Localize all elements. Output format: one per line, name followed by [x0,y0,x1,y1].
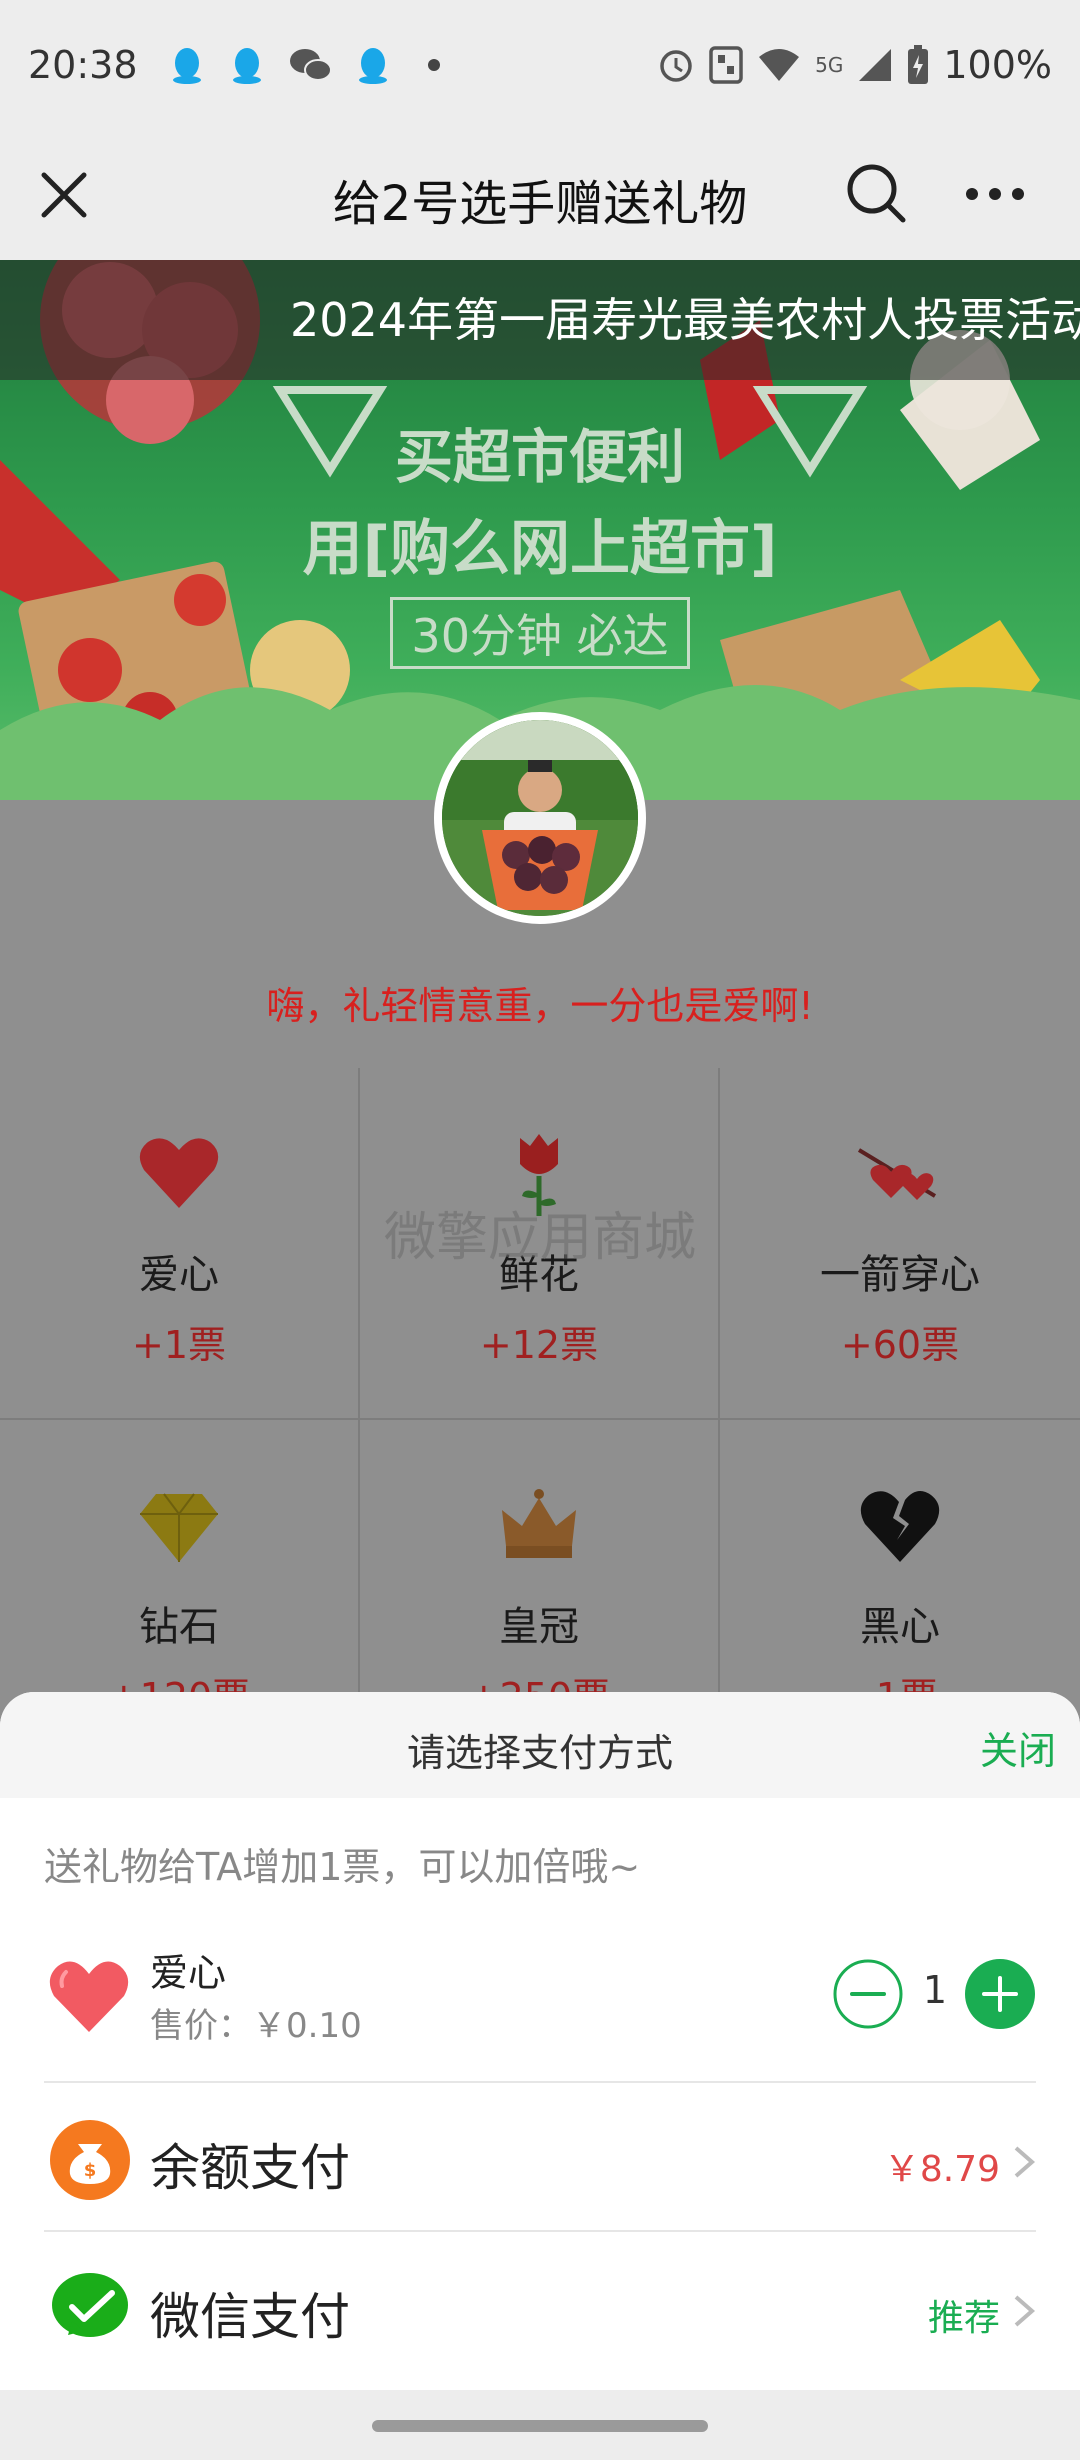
gift-name: 黑心 [860,1604,940,1650]
item-name: 爱心 [150,1951,227,1995]
more-notifications-dot [427,59,440,71]
item-price: 售价：￥0.10 [150,2006,362,2046]
sheet-hint: 送礼物给TA增加1票，可以加倍哦~ [44,1845,641,1889]
wechat-icon [289,49,332,81]
balance-pay-option[interactable]: $ 余额支付 ￥8.79 [0,2084,1080,2232]
qq-icon [172,48,201,84]
chevron-right-icon [1014,2295,1036,2327]
battery-level: 100% [943,43,1052,87]
status-time: 20:38 [28,43,138,87]
notification-icons [168,45,440,85]
promo-line-3: 30分钟 必达 [390,597,690,669]
promo-line-2: 用[购么网上超市] [302,514,778,584]
broken-heart-icon [860,1491,940,1562]
wechat-pay-option[interactable]: 微信支付 推荐 [0,2233,1080,2381]
pay-label: 微信支付 [150,2288,350,2346]
recommend-badge: 推荐 [927,2298,1000,2339]
crown-icon [502,1489,576,1558]
wifi-icon [759,49,800,81]
slogan: 嗨，礼轻情意重，一分也是爱啊! [266,984,814,1028]
chevron-right-icon [1014,2146,1036,2178]
network-type: 5G [815,53,844,77]
home-indicator[interactable] [372,2420,708,2432]
gift-votes: +60票 [840,1323,960,1367]
gift-votes: +12票 [479,1323,599,1367]
increase-quantity-button[interactable] [964,1958,1036,2030]
promo-line-1: 买超市便利 [394,423,685,491]
selected-gift-row: 爱心 售价：￥0.10 1 [0,1932,1080,2062]
decrease-quantity-button[interactable] [832,1958,904,2030]
qq-icon [232,48,261,84]
gift-name: 钻石 [139,1604,219,1650]
sheet-close-button[interactable]: 关闭 [980,1720,1056,1775]
balance-amount: ￥8.79 [883,2149,1000,2190]
avatar [434,712,646,924]
nav-bar: 给2号选手赠送礼物 [0,130,1080,260]
activity-marquee: 2024年第一届寿光最美农村人投票活动 [0,260,1080,380]
system-nav-bar [0,2390,1080,2460]
gift-grid: 爱心 +1票 鲜花 +12票 一箭穿心 +60票 钻石 +120票 皇冠 +25… [0,1068,1080,1772]
nfc-icon [709,46,743,84]
battery-icon [908,45,929,84]
qq-icon [358,48,387,84]
gift-votes: +1票 [131,1323,227,1367]
pay-label: 余额支付 [150,2139,350,2197]
search-icon[interactable] [843,160,909,226]
promo-text: 买超市便利 用[购么网上超市] 30分钟 必达 [240,410,840,669]
signal-icon [859,49,892,81]
sheet-header: 请选择支付方式 关闭 [0,1692,1080,1798]
status-indicators: 5G 100% [657,43,1052,87]
more-icon[interactable] [964,182,1026,206]
diamond-icon [140,1493,218,1562]
gift-name: 皇冠 [499,1604,579,1650]
quantity-value: 1 [922,1968,948,2012]
divider [44,2230,1036,2232]
heart-icon [49,1961,129,2032]
sheet-title: 请选择支付方式 [406,1731,673,1775]
watermark: 微擎应用商城 [383,1208,696,1268]
alarm-icon [660,50,692,82]
payment-sheet: 请选择支付方式 关闭 送礼物给TA增加1票，可以加倍哦~ 爱心 售价：￥0.10… [0,1692,1080,2460]
divider [44,2081,1036,2083]
status-bar: 20:38 5G 100% [0,0,1080,130]
wechat-pay-icon [52,2273,128,2337]
page-title: 给2号选手赠送礼物 [332,176,748,232]
money-bag-icon: $ [50,2120,130,2200]
svg-text:$: $ [84,2160,97,2181]
